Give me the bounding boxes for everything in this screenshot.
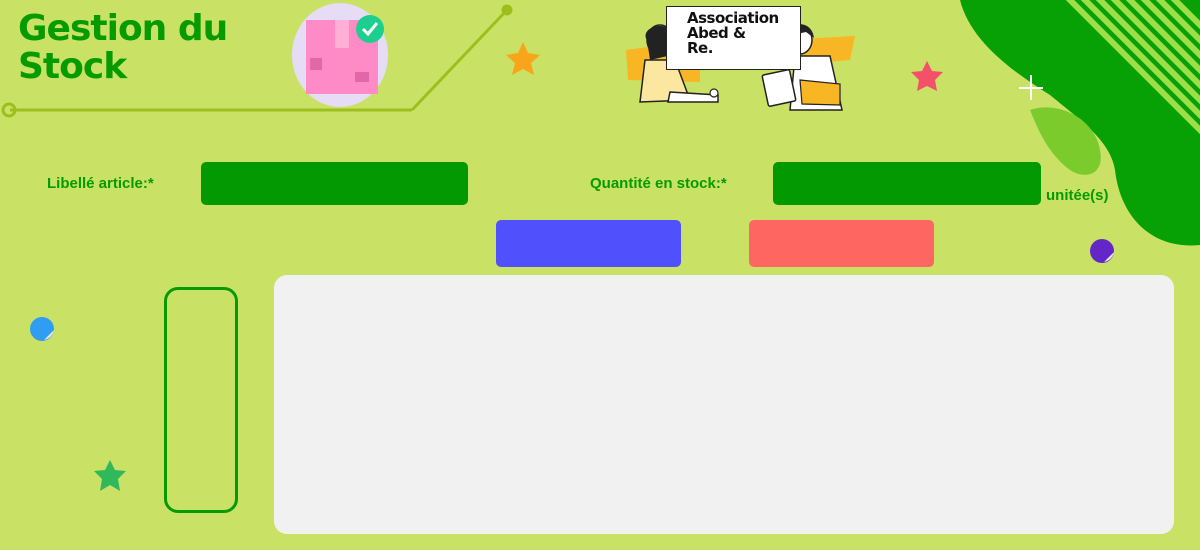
secondary-button[interactable] bbox=[749, 220, 934, 267]
unit-label: unitée(s) bbox=[1046, 187, 1109, 204]
libelle-label: Libellé article:* bbox=[47, 175, 154, 192]
star-icon bbox=[94, 460, 126, 491]
dot-decoration bbox=[1090, 239, 1114, 263]
quantite-input[interactable] bbox=[773, 162, 1041, 205]
side-panel[interactable] bbox=[164, 287, 238, 513]
quantite-label: Quantité en stock:* bbox=[590, 175, 727, 192]
stock-list-panel[interactable] bbox=[274, 275, 1174, 534]
primary-button[interactable] bbox=[496, 220, 681, 267]
association-logo: Association Abed & Re. bbox=[666, 6, 801, 70]
page-title: Gestion du Stock bbox=[18, 8, 228, 87]
box-check-illustration bbox=[292, 3, 388, 107]
blob-decoration bbox=[960, 0, 1200, 246]
dot-decoration bbox=[30, 317, 54, 341]
star-icon bbox=[911, 61, 943, 91]
star-icon bbox=[506, 42, 540, 75]
libelle-input[interactable] bbox=[201, 162, 468, 205]
logo-text: Association Abed & Re. bbox=[687, 9, 779, 57]
